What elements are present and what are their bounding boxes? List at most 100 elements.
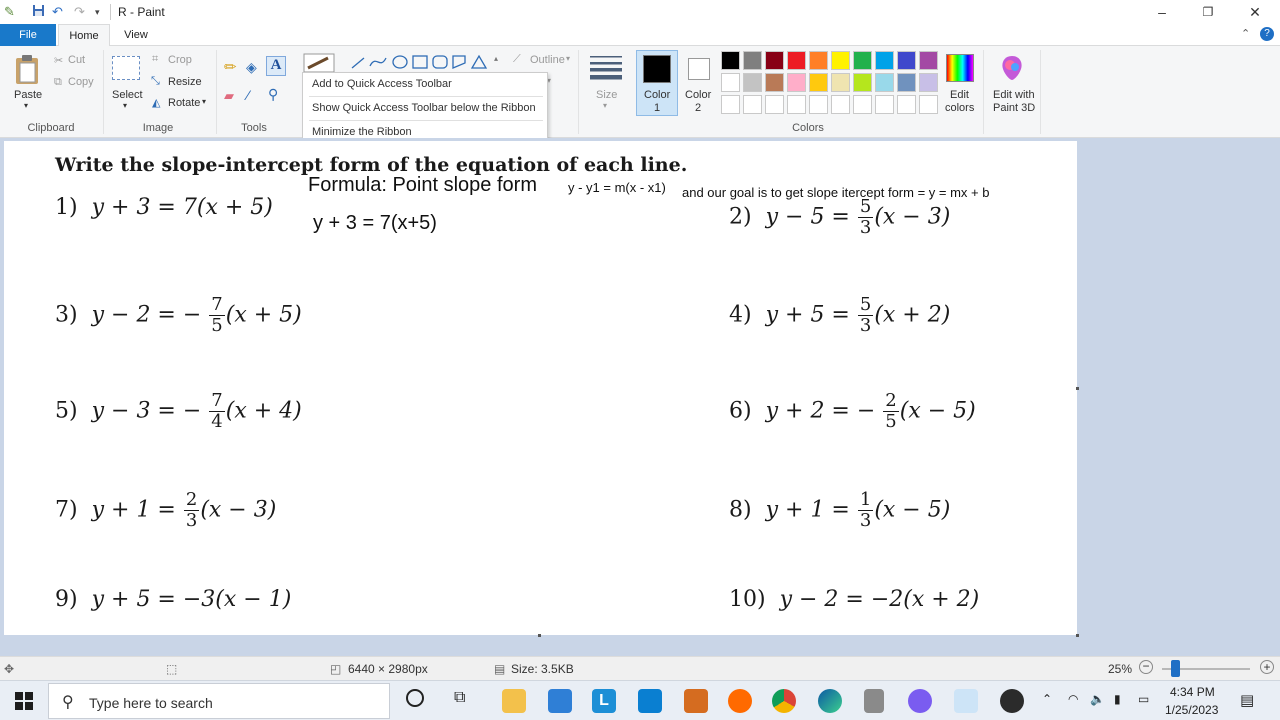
maximize-button[interactable]: ❐ (1185, 2, 1231, 22)
canvas-resize-handle-right[interactable] (1076, 387, 1079, 390)
crop-button[interactable]: Crop (168, 54, 192, 66)
wifi-icon[interactable]: ◠ (1068, 692, 1078, 706)
firefox-icon[interactable] (728, 689, 752, 713)
mail-icon[interactable] (548, 689, 572, 713)
paint3d-icon[interactable] (998, 54, 1026, 82)
select-button[interactable]: Select (112, 89, 143, 101)
text-tool-icon[interactable]: A (266, 56, 286, 76)
size-icon[interactable] (589, 54, 623, 80)
palette-swatch[interactable] (875, 73, 894, 92)
palette-swatch[interactable] (919, 95, 938, 114)
magnifier-icon[interactable]: ⚲ (268, 86, 278, 103)
rotate-button[interactable]: Rotate (168, 97, 200, 109)
cut-button[interactable]: Cut (68, 54, 85, 66)
shapes-gallery[interactable] (350, 54, 495, 70)
zoom-out-button[interactable]: − (1139, 660, 1153, 674)
palette-swatch[interactable] (743, 95, 762, 114)
close-button[interactable]: ✕ (1232, 2, 1278, 22)
palette-swatch[interactable] (875, 95, 894, 114)
eraser-icon[interactable]: ▰ (224, 88, 234, 104)
clock-date[interactable]: 1/25/2023 (1165, 703, 1218, 717)
tab-file[interactable]: File (0, 24, 56, 46)
palette-swatch[interactable] (721, 95, 740, 114)
discord-icon[interactable] (908, 689, 932, 713)
cortana-icon[interactable] (406, 689, 424, 707)
palette-swatch[interactable] (875, 51, 894, 70)
edit-colors-line2[interactable]: colors (945, 102, 974, 114)
palette-swatch[interactable] (831, 51, 850, 70)
customize-toolbar-icon[interactable]: ▾ (95, 7, 100, 18)
clock-time[interactable]: 4:34 PM (1170, 685, 1215, 699)
palette-swatch[interactable] (897, 51, 916, 70)
paint-taskbar-icon[interactable] (954, 689, 978, 713)
palette-swatch[interactable] (919, 51, 938, 70)
palette-swatch[interactable] (787, 73, 806, 92)
palette-swatch[interactable] (765, 51, 784, 70)
palette-swatch[interactable] (765, 95, 784, 114)
palette-swatch[interactable] (831, 95, 850, 114)
palette-swatch[interactable] (919, 73, 938, 92)
pencil-icon[interactable]: ✏ (224, 58, 237, 76)
minimize-button[interactable]: – (1139, 2, 1185, 22)
size-button[interactable]: Size (596, 89, 617, 101)
file-explorer-icon[interactable] (502, 689, 526, 713)
notifications-icon[interactable]: ▤ (1240, 691, 1254, 709)
app-l-icon[interactable]: L (592, 689, 616, 713)
outlook-icon[interactable] (638, 689, 662, 713)
canvas-resize-handle-corner[interactable] (1076, 634, 1079, 637)
color1-swatch[interactable] (643, 55, 671, 83)
palette-swatch[interactable] (721, 51, 740, 70)
palette-swatch[interactable] (897, 95, 916, 114)
taskbar-search-box[interactable]: ⚲ Type here to search (48, 683, 390, 719)
obs-icon[interactable] (1000, 689, 1024, 713)
drawing-canvas[interactable]: Write the slope-intercept form of the eq… (4, 141, 1077, 635)
microphone-app-icon[interactable] (864, 689, 884, 713)
palette-swatch[interactable] (721, 73, 740, 92)
fill-icon[interactable]: ◈ (246, 59, 257, 76)
palette-swatch[interactable] (853, 95, 872, 114)
save-icon[interactable] (32, 4, 45, 20)
size-dropdown-icon[interactable]: ▾ (603, 101, 607, 110)
palette-swatch[interactable] (787, 51, 806, 70)
battery-icon[interactable]: ▭ (1138, 692, 1149, 706)
paint3d-line1[interactable]: Edit with (993, 89, 1035, 101)
palette-swatch[interactable] (809, 73, 828, 92)
palette-swatch[interactable] (831, 73, 850, 92)
color2-swatch[interactable] (688, 58, 710, 80)
edge-icon[interactable] (818, 689, 842, 713)
palette-swatch[interactable] (853, 73, 872, 92)
zoom-in-button[interactable]: + (1260, 660, 1274, 674)
copy-button[interactable]: Copy (68, 76, 94, 88)
select-icon[interactable] (112, 56, 140, 80)
app-orange-icon[interactable] (684, 689, 708, 713)
palette-swatch[interactable] (897, 73, 916, 92)
paste-icon[interactable] (14, 54, 40, 89)
brushes-icon[interactable] (302, 52, 336, 74)
palette-swatch[interactable] (765, 73, 784, 92)
undo-icon[interactable]: ↶ (52, 4, 63, 20)
palette-swatch[interactable] (743, 73, 762, 92)
palette-swatch[interactable] (809, 95, 828, 114)
edit-colors-icon[interactable] (946, 54, 974, 82)
help-icon[interactable]: ? (1260, 27, 1274, 41)
palette-swatch[interactable] (853, 51, 872, 70)
mic-tray-icon[interactable]: ▮ (1114, 692, 1121, 706)
palette-swatch[interactable] (787, 95, 806, 114)
zoom-slider-thumb[interactable] (1171, 660, 1180, 677)
collapse-ribbon-icon[interactable]: ⌃ (1241, 27, 1250, 40)
redo-icon[interactable]: ↷ (74, 4, 85, 20)
outline-button[interactable]: Outline (530, 54, 565, 66)
tab-view[interactable]: View (112, 24, 160, 46)
color-picker-icon[interactable]: ⁄ (247, 87, 249, 103)
tray-overflow-icon[interactable]: ⌃ (1042, 692, 1052, 706)
paste-dropdown-icon[interactable]: ▾ (24, 101, 28, 110)
select-dropdown-icon[interactable]: ▾ (123, 101, 127, 110)
menu-item-minimize-ribbon[interactable]: Minimize the Ribbon (312, 126, 412, 138)
shapes-scroll-up-icon[interactable]: ▴ (494, 54, 498, 63)
resize-button[interactable]: Resize (168, 76, 202, 88)
palette-swatch[interactable] (743, 51, 762, 70)
rotate-dropdown-icon[interactable]: ▾ (202, 97, 206, 106)
paint3d-line2[interactable]: Paint 3D (993, 102, 1035, 114)
chrome-icon[interactable] (772, 689, 796, 713)
outline-dropdown-icon[interactable]: ▾ (566, 54, 570, 63)
